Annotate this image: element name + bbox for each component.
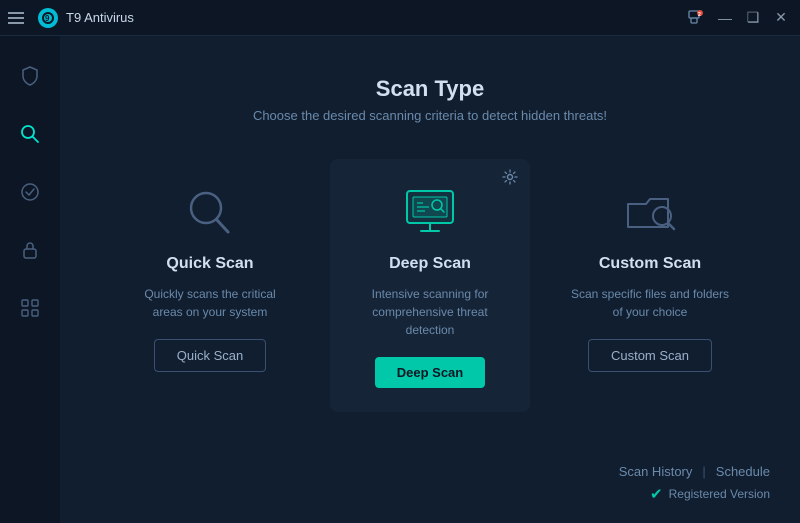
sidebar-item-privacy[interactable] bbox=[10, 230, 50, 270]
deep-scan-desc: Intensive scanning for comprehensive thr… bbox=[350, 285, 510, 339]
quick-scan-button[interactable]: Quick Scan bbox=[154, 339, 266, 372]
quick-scan-icon bbox=[175, 183, 245, 243]
minimize-button[interactable]: — bbox=[714, 7, 736, 29]
app-icon: 9 bbox=[38, 8, 58, 28]
registered-icon: ✔ bbox=[650, 485, 663, 503]
deep-scan-name: Deep Scan bbox=[389, 255, 471, 273]
scan-cards-container: Quick Scan Quickly scans the critical ar… bbox=[90, 159, 770, 454]
deep-scan-button[interactable]: Deep Scan bbox=[375, 357, 485, 388]
sidebar-item-tools[interactable] bbox=[10, 288, 50, 328]
registered-row: ✔ Registered Version bbox=[90, 483, 770, 503]
title-bar: 9 T9 Antivirus 2 — ❑ ✕ bbox=[0, 0, 800, 36]
hamburger-menu-button[interactable] bbox=[8, 12, 24, 24]
svg-text:9: 9 bbox=[45, 14, 50, 23]
page-title: Scan Type bbox=[90, 76, 770, 102]
scan-history-link[interactable]: Scan History bbox=[619, 464, 693, 479]
schedule-link[interactable]: Schedule bbox=[716, 464, 770, 479]
deep-scan-card: Deep Scan Intensive scanning for compreh… bbox=[330, 159, 530, 412]
sidebar-item-status[interactable] bbox=[10, 172, 50, 212]
page-subtitle: Choose the desired scanning criteria to … bbox=[90, 108, 770, 123]
close-button[interactable]: ✕ bbox=[770, 7, 792, 29]
custom-scan-icon bbox=[615, 183, 685, 243]
sidebar-item-protection[interactable] bbox=[10, 56, 50, 96]
maximize-button[interactable]: ❑ bbox=[742, 7, 764, 29]
settings-icon[interactable] bbox=[502, 169, 518, 185]
sidebar-item-scan[interactable] bbox=[10, 114, 50, 154]
custom-scan-name: Custom Scan bbox=[599, 255, 701, 273]
registered-label: Registered Version bbox=[669, 487, 770, 501]
app-title: T9 Antivirus bbox=[66, 10, 134, 25]
content-area: Scan Type Choose the desired scanning cr… bbox=[60, 36, 800, 523]
quick-scan-name: Quick Scan bbox=[166, 255, 253, 273]
notification-icon[interactable]: 2 bbox=[686, 9, 708, 27]
title-bar-controls: 2 — ❑ ✕ bbox=[686, 7, 792, 29]
custom-scan-card: Custom Scan Scan specific files and fold… bbox=[550, 159, 750, 396]
title-bar-left: 9 T9 Antivirus bbox=[8, 8, 134, 28]
footer-divider: | bbox=[702, 464, 705, 479]
sidebar bbox=[0, 36, 60, 523]
custom-scan-button[interactable]: Custom Scan bbox=[588, 339, 712, 372]
quick-scan-desc: Quickly scans the critical areas on your… bbox=[130, 285, 290, 321]
svg-text:2: 2 bbox=[698, 12, 701, 18]
quick-scan-card: Quick Scan Quickly scans the critical ar… bbox=[110, 159, 310, 396]
footer-links: Scan History | Schedule bbox=[90, 454, 770, 483]
main-layout: Scan Type Choose the desired scanning cr… bbox=[0, 36, 800, 523]
custom-scan-desc: Scan specific files and folders of your … bbox=[570, 285, 730, 321]
deep-scan-icon bbox=[395, 183, 465, 243]
